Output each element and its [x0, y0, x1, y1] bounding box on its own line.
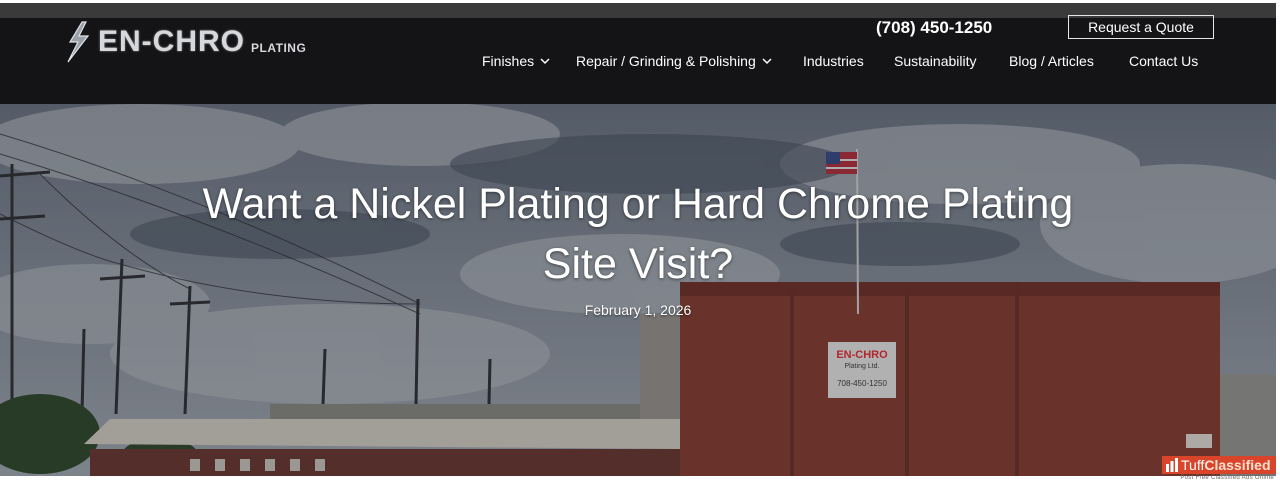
- building-sign-brand: EN-CHRO: [836, 349, 888, 361]
- lightning-logo-icon: [67, 21, 90, 63]
- watermark-badge: TuffClassified: [1162, 456, 1276, 474]
- nav-item-contact[interactable]: Contact Us: [1129, 52, 1198, 70]
- page-title-line-2: Site Visit?: [542, 240, 734, 288]
- watermark-brand: TuffClassified: [1181, 457, 1271, 473]
- nav-item-label: Repair / Grinding & Polishing: [576, 53, 756, 69]
- nav-item-label: Contact Us: [1129, 53, 1199, 69]
- watermark-brand-part2: Classified: [1204, 457, 1271, 473]
- building-sign: EN-CHRO Plating Ltd. 708-450-1250: [828, 342, 896, 398]
- watermark: TuffClassified Post Free Classified Ads …: [1158, 454, 1276, 484]
- logo-text: EN-CHRO: [98, 25, 245, 58]
- nav-item-label: Finishes: [482, 53, 535, 69]
- hero-banner: EN-CHRO Plating Ltd. 708-450-1250 Want a…: [0, 104, 1276, 476]
- nav-item-label: Blog / Articles: [1009, 53, 1094, 69]
- request-quote-button[interactable]: Request a Quote: [1068, 15, 1214, 39]
- page-title-line-1: Want a Nickel Plating or Hard Chrome Pla…: [202, 180, 1074, 228]
- nav-item-label: Industries: [803, 53, 864, 69]
- watermark-brand-part1: Tuff: [1181, 457, 1205, 473]
- watermark-tagline: Post Free Classified Ads Online: [1180, 475, 1274, 481]
- building-sign-phone: 708-450-1250: [837, 379, 887, 388]
- bar-chart-icon: [1166, 458, 1178, 472]
- nav-item-industries[interactable]: Industries: [803, 52, 864, 70]
- nav-item-label: Sustainability: [894, 53, 977, 69]
- chevron-down-icon: [762, 57, 772, 64]
- nav-item-repair[interactable]: Repair / Grinding & Polishing: [576, 52, 772, 70]
- nav-item-sustainability[interactable]: Sustainability: [894, 52, 977, 70]
- page-title: Want a Nickel Plating or Hard Chrome Pla…: [140, 174, 1136, 294]
- building-sign-sub: Plating Ltd.: [844, 363, 880, 370]
- site-header: EN-CHRO PLATING (708) 450-1250 Request a…: [0, 15, 1276, 104]
- logo-subtext: PLATING: [251, 41, 307, 55]
- post-date: February 1, 2026: [584, 302, 692, 318]
- chevron-down-icon: [540, 57, 550, 64]
- nav-item-finishes[interactable]: Finishes: [482, 52, 550, 70]
- phone-number[interactable]: (708) 450-1250: [876, 18, 992, 38]
- site-logo[interactable]: EN-CHRO PLATING: [62, 18, 306, 66]
- nav-item-blog[interactable]: Blog / Articles: [1009, 52, 1094, 70]
